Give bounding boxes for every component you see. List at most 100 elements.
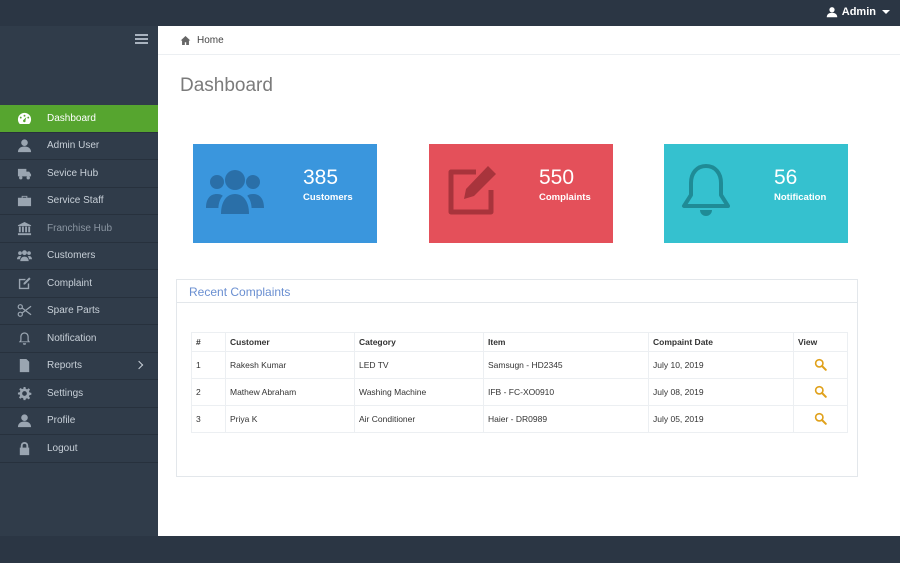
breadcrumb-home[interactable]: Home [197, 35, 224, 46]
gear-icon [16, 385, 32, 401]
stat-value: 385 [303, 166, 339, 189]
bell-icon [682, 164, 730, 216]
bank-icon [16, 220, 32, 236]
table-header-row: # Customer Category Item Compaint Date V… [191, 332, 848, 352]
sidebar-item-label: Service Staff [47, 195, 104, 207]
chevron-right-icon [134, 360, 144, 369]
sidebar-item-label: Customers [47, 250, 96, 262]
search-icon[interactable] [814, 412, 827, 425]
cell-date: July 10, 2019 [648, 351, 794, 379]
cell-category: LED TV [354, 351, 484, 379]
col-header-customer: Customer [225, 332, 355, 352]
sidebar-item-label: Sevice Hub [47, 167, 99, 179]
cell-category: Washing Machine [354, 378, 484, 406]
sidebar-item-settings[interactable]: Settings [0, 380, 158, 408]
search-icon[interactable] [814, 358, 827, 371]
sidebar-item-profile[interactable]: Profile [0, 408, 158, 435]
sidebar: Dashboard Admin User Sevice Hub Service … [0, 26, 166, 536]
sidebar-item-reports[interactable]: Reports [0, 353, 158, 380]
cell-view [793, 378, 848, 406]
sidebar-item-label: Dashboard [47, 112, 96, 124]
caret-down-icon [882, 10, 890, 14]
main-content: Home Dashboard 385 Customers 550 Complai… [158, 26, 900, 536]
admin-menu[interactable]: Admin [826, 6, 890, 18]
sidebar-item-label: Franchise Hub [47, 222, 113, 234]
sidebar-item-label: Profile [47, 415, 76, 427]
users-icon [16, 248, 32, 264]
user-icon [16, 413, 32, 429]
hamburger-icon[interactable] [135, 34, 148, 44]
complaints-table: # Customer Category Item Compaint Date V… [191, 332, 848, 433]
sidebar-item-logout[interactable]: Logout [0, 435, 158, 463]
sidebar-item-label: Reports [47, 360, 83, 372]
cell-item: Haier - DR0989 [483, 405, 649, 433]
sidebar-menu: Dashboard Admin User Sevice Hub Service … [0, 105, 166, 463]
search-icon[interactable] [814, 385, 827, 398]
document-icon [16, 358, 32, 374]
stat-card-complaints[interactable]: 550 Complaints [429, 144, 613, 243]
breadcrumb: Home [180, 35, 224, 46]
table-row: 1 Rakesh Kumar LED TV Samsugn - HD2345 J… [191, 351, 848, 379]
users-icon [206, 170, 264, 214]
sidebar-item-admin-user[interactable]: Admin User [0, 133, 158, 160]
sidebar-item-label: Spare Parts [47, 305, 100, 317]
lock-icon [16, 440, 32, 456]
recent-complaints-panel: Recent Complaints # Customer Category It… [176, 279, 858, 477]
sidebar-item-customers[interactable]: Customers [0, 243, 158, 270]
briefcase-icon [16, 193, 32, 209]
sidebar-item-service-hub[interactable]: Sevice Hub [0, 160, 158, 188]
cell-customer: Rakesh Kumar [225, 351, 355, 379]
page-title: Dashboard [180, 75, 273, 96]
sidebar-item-franchise-hub[interactable]: Franchise Hub [0, 215, 158, 243]
cell-date: July 08, 2019 [648, 378, 794, 406]
home-icon [180, 36, 191, 45]
col-header-date: Compaint Date [648, 332, 794, 352]
footer-bar [0, 536, 900, 563]
sidebar-item-label: Logout [47, 442, 78, 454]
edit-icon [448, 166, 496, 215]
edit-icon [16, 275, 32, 291]
sidebar-item-label: Settings [47, 387, 84, 399]
sidebar-item-label: Complaint [47, 277, 93, 289]
cell-num: 3 [191, 405, 226, 433]
cell-date: July 05, 2019 [648, 405, 794, 433]
panel-title: Recent Complaints [177, 280, 857, 303]
sidebar-item-label: Admin User [47, 140, 100, 152]
top-bar: Admin [0, 0, 900, 26]
sidebar-item-service-staff[interactable]: Service Staff [0, 188, 158, 215]
cell-item: IFB - FC-XO0910 [483, 378, 649, 406]
stat-value: 56 [774, 166, 798, 189]
sidebar-item-label: Notification [47, 332, 97, 344]
cell-customer: Priya K [225, 405, 355, 433]
sidebar-item-dashboard[interactable]: Dashboard [0, 105, 166, 133]
truck-icon [16, 165, 32, 181]
stat-label: Customers [303, 192, 353, 203]
col-header-item: Item [483, 332, 649, 352]
sidebar-item-complaint[interactable]: Complaint [0, 270, 158, 298]
stat-label: Notification [774, 192, 827, 203]
user-icon [16, 138, 32, 154]
stat-label: Complaints [539, 192, 591, 203]
cell-num: 2 [191, 378, 226, 406]
divider [158, 54, 900, 55]
sidebar-item-spare-parts[interactable]: Spare Parts [0, 298, 158, 325]
scissors-icon [16, 303, 32, 319]
dashboard-icon [16, 110, 32, 126]
sidebar-item-notification[interactable]: Notification [0, 325, 158, 353]
cell-category: Air Conditioner [354, 405, 484, 433]
cell-item: Samsugn - HD2345 [483, 351, 649, 379]
col-header-view: View [793, 332, 848, 352]
table-row: 3 Priya K Air Conditioner Haier - DR0989… [191, 405, 848, 433]
cell-view [793, 351, 848, 379]
stat-card-customers[interactable]: 385 Customers [193, 144, 377, 243]
stat-card-notification[interactable]: 56 Notification [664, 144, 848, 243]
col-header-category: Category [354, 332, 484, 352]
admin-label: Admin [841, 6, 876, 18]
bell-icon [16, 330, 32, 346]
cell-view [793, 405, 848, 433]
stat-value: 550 [539, 166, 575, 189]
col-header-num: # [191, 332, 226, 352]
user-icon [826, 7, 838, 18]
cell-num: 1 [191, 351, 226, 379]
cell-customer: Mathew Abraham [225, 378, 355, 406]
